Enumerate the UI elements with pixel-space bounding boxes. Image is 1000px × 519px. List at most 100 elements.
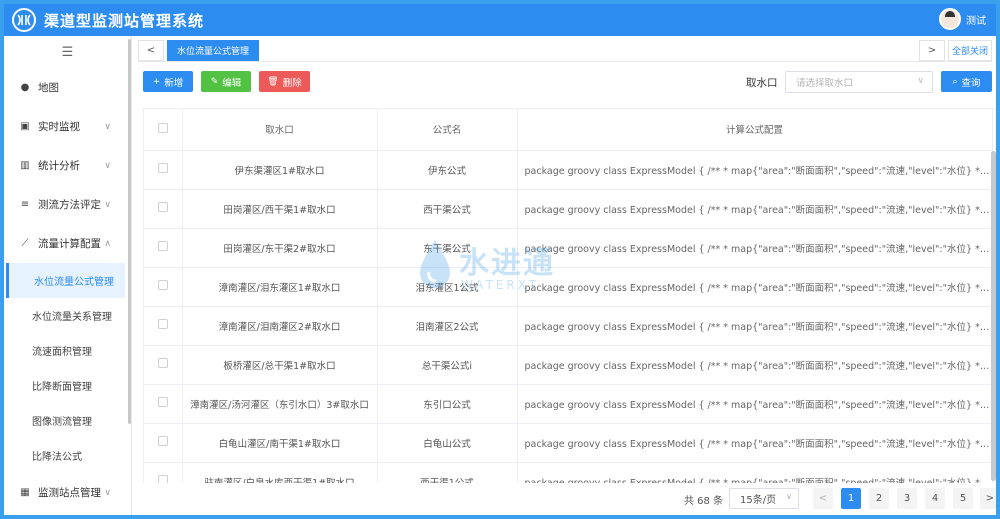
sidebar-item-label: 测流方法评定	[38, 199, 101, 211]
page-2-button[interactable]: 2	[869, 488, 889, 509]
cell-formula-name: 东引口公式	[377, 384, 518, 424]
cell-intake: 白龟山灌区/南干渠1#取水口	[182, 423, 378, 463]
cell-intake: 板桥灌区/总干渠1#取水口	[182, 345, 378, 385]
sidebar-item-label: 流量计算配置	[38, 238, 101, 250]
table-row[interactable]: 田岗灌区/东干渠2#取水口 东干渠公式 package groovy class E…	[144, 228, 993, 268]
close-all-tabs-button[interactable]: 全部关闭	[948, 40, 992, 61]
table-row[interactable]: 板桥灌区/总干渠1#取水口 总干渠公式i package groovy class …	[144, 345, 993, 385]
table-row[interactable]: 驻南灌区/白泉水库西干渠1#取水口 西干渠1公式 package groovy cl…	[144, 462, 993, 483]
cell-formula-config: package groovy class ExpressModel { /** …	[517, 462, 993, 483]
app-window: 渠道型监测站管理系统 测试 ☰ ● 地图 ▣ 实时监视 ∨ ▥ 统计分析 ∨ ≡…	[0, 0, 1000, 519]
tabs-bar: < 水位流量公式管理 > 全部关闭	[138, 40, 992, 62]
column-header-intake[interactable]: 取水口	[182, 109, 378, 151]
cell-formula-config: package groovy class ExpressModel { /** …	[517, 306, 993, 346]
page-1-button[interactable]: 1	[841, 488, 861, 509]
formula-table: 取水口 公式名 计算公式配置 伊东渠灌区1#取水口 伊东公式 package gro…	[143, 108, 996, 483]
sidebar-item-label: 地图	[38, 82, 59, 94]
chevron-down-icon: ∨	[104, 199, 111, 210]
table-row[interactable]: 白龟山灌区/南干渠1#取水口 白龟山公式 package groovy class …	[144, 423, 993, 463]
edit-button-label: 编辑	[222, 77, 242, 89]
delete-button[interactable]: 🗑 删除	[259, 71, 310, 92]
select-all-checkbox[interactable]	[144, 109, 183, 151]
row-checkbox[interactable]	[144, 189, 183, 229]
row-checkbox[interactable]	[144, 267, 183, 307]
tab-scroll-right-button[interactable]: >	[919, 40, 945, 61]
cell-formula-name: 伊东公式	[377, 150, 518, 190]
chevron-down-icon: ∨	[104, 487, 111, 498]
row-checkbox[interactable]	[144, 306, 183, 346]
sidebar-item-map[interactable]: ● 地图	[4, 68, 131, 107]
menu-fold-icon[interactable]: ☰	[4, 36, 131, 68]
sidebar-scrollbar[interactable]	[128, 39, 131, 424]
table-row[interactable]: 田岗灌区/西干渠1#取水口 西干渠公式 package groovy class E…	[144, 189, 993, 229]
chevron-down-icon: ∨	[104, 121, 111, 132]
row-checkbox[interactable]	[144, 423, 183, 463]
table-row[interactable]: 漳南灌区/泪东灌区1#取水口 泪东灌区1公式 package groovy clas…	[144, 267, 993, 307]
table-header-row: 取水口 公式名 计算公式配置	[144, 109, 993, 151]
cell-intake: 伊东渠灌区1#取水口	[182, 150, 378, 190]
row-checkbox[interactable]	[144, 384, 183, 424]
page-5-button[interactable]: 5	[953, 488, 973, 509]
cell-formula-name: 西干渠1公式	[377, 462, 518, 483]
sidebar-subitem-level-flow-formula[interactable]: 水位流量公式管理	[6, 263, 125, 298]
cell-formula-config: package groovy class ExpressModel { /** …	[517, 384, 993, 424]
table-row[interactable]: 漳南灌区/汤河灌区（东引水口）3#取水口 东引口公式 package groovy …	[144, 384, 993, 424]
cell-formula-config: package groovy class ExpressModel { /** …	[517, 267, 993, 307]
table-row[interactable]: 伊东渠灌区1#取水口 伊东公式 package groovy class Expre…	[144, 150, 993, 190]
cell-formula-name: 东干渠公式	[377, 228, 518, 268]
cell-formula-name: 泪东灌区1公式	[377, 267, 518, 307]
tab-scroll-left-button[interactable]: <	[138, 40, 164, 61]
page-size-value: 15条/页	[740, 495, 777, 506]
username[interactable]: 测试	[966, 12, 986, 27]
sidebar-subitem-image-flow[interactable]: 图像测流管理	[4, 403, 131, 438]
column-header-formula-config[interactable]: 计算公式配置	[517, 109, 993, 151]
cell-intake: 漳南灌区/汤河灌区（东引水口）3#取水口	[182, 384, 378, 424]
tab-level-flow-formula[interactable]: 水位流量公式管理	[167, 40, 260, 61]
sidebar: ☰ ● 地图 ▣ 实时监视 ∨ ▥ 统计分析 ∨ ≡ 测流方法评定 ∨ ⟋ 流量…	[4, 36, 132, 515]
cell-formula-config: package groovy class ExpressModel { /** …	[517, 228, 993, 268]
page-4-button[interactable]: 4	[925, 488, 945, 509]
chevron-up-icon: ∧	[104, 238, 111, 249]
cell-formula-name: 西干渠公式	[377, 189, 518, 229]
avatar[interactable]	[939, 8, 961, 30]
cell-formula-config: package groovy class ExpressModel { /** …	[517, 345, 993, 385]
monitor-icon: ▣	[20, 121, 30, 132]
sidebar-subitem-level-flow-relation[interactable]: 水位流量关系管理	[4, 298, 131, 333]
sidebar-subitem-slope-section[interactable]: 比降断面管理	[4, 368, 131, 403]
cell-intake: 漳南灌区/泪东灌区1#取水口	[182, 267, 378, 307]
sidebar-item-label: 统计分析	[38, 160, 80, 172]
next-page-button[interactable]: >	[980, 488, 996, 509]
cell-intake: 驻南灌区/白泉水库西干渠1#取水口	[182, 462, 378, 483]
logo-icon	[12, 8, 36, 32]
sidebar-item-flow-config[interactable]: ⟋ 流量计算配置 ∧	[4, 224, 131, 263]
bar-chart-icon: ▥	[20, 160, 30, 171]
intake-select[interactable]: 请选择取水口 ∨	[785, 71, 933, 93]
chevron-down-icon: ∨	[104, 160, 111, 171]
table-scrollbar[interactable]	[991, 151, 996, 481]
row-checkbox[interactable]	[144, 345, 183, 385]
page-size-select[interactable]: 15条/页 ∨	[729, 488, 799, 509]
prev-page-button[interactable]: <	[813, 488, 833, 509]
edit-button[interactable]: ✎ 编辑	[201, 71, 251, 92]
sidebar-item-statistics[interactable]: ▥ 统计分析 ∨	[4, 146, 131, 185]
cell-formula-config: package groovy class ExpressModel { /** …	[517, 423, 993, 463]
add-button-label: 新增	[164, 77, 184, 89]
sidebar-item-realtime-monitor[interactable]: ▣ 实时监视 ∨	[4, 107, 131, 146]
row-checkbox[interactable]	[144, 150, 183, 190]
grid-icon: ▦	[20, 487, 30, 498]
table-row[interactable]: 漳南灌区/泪南灌区2#取水口 泪南灌区2公式 package groovy clas…	[144, 306, 993, 346]
sidebar-subitem-velocity-area[interactable]: 流速面积管理	[4, 333, 131, 368]
page-3-button[interactable]: 3	[897, 488, 917, 509]
query-button[interactable]: ⌕ 查询	[941, 71, 992, 92]
sidebar-subitem-slope-formula[interactable]: 比降法公式	[4, 438, 131, 473]
chevron-down-icon: ∨	[786, 492, 792, 501]
row-checkbox[interactable]	[144, 228, 183, 268]
sidebar-item-station-management[interactable]: ▦ 监测站点管理 ∨	[4, 473, 131, 512]
column-header-formula-name[interactable]: 公式名	[377, 109, 518, 151]
row-checkbox[interactable]	[144, 462, 183, 483]
chevron-down-icon: ∨	[917, 76, 924, 86]
user-menu[interactable]: 测试	[939, 8, 986, 30]
cell-intake: 田岗灌区/西干渠1#取水口	[182, 189, 378, 229]
add-button[interactable]: + 新增	[143, 71, 193, 92]
sidebar-item-flow-method[interactable]: ≡ 测流方法评定 ∨	[4, 185, 131, 224]
